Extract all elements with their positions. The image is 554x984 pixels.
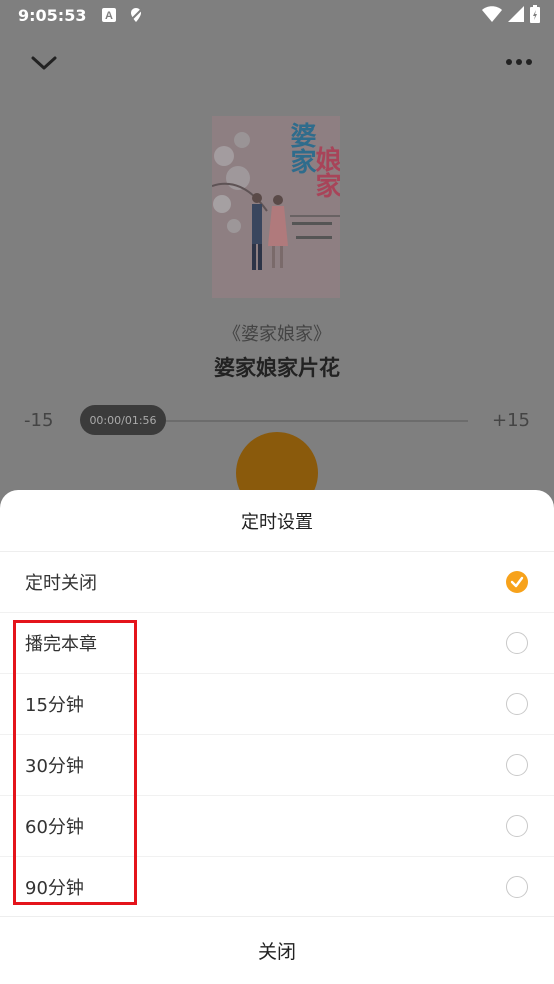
- timer-option-end-of-chapter[interactable]: 播完本章: [0, 613, 554, 674]
- option-label: 90分钟: [25, 878, 84, 899]
- book-cover: 婆家 娘家: [212, 116, 340, 298]
- a-notification-icon: A: [102, 8, 117, 22]
- seek-back-button[interactable]: -15: [24, 410, 53, 431]
- timer-option-90min[interactable]: 90分钟: [0, 857, 554, 918]
- seek-forward-button[interactable]: +15: [492, 410, 530, 431]
- option-label: 60分钟: [25, 817, 84, 838]
- wifi-icon: [482, 6, 502, 26]
- close-sheet-button[interactable]: 关闭: [0, 917, 554, 984]
- timer-settings-sheet: 定时设置 定时关闭 播完本章 15分钟 30分钟 60分钟 90分钟 关闭: [0, 490, 554, 984]
- timer-option-off[interactable]: 定时关闭: [0, 552, 554, 613]
- radio-unchecked-icon[interactable]: [506, 754, 528, 776]
- timer-option-15min[interactable]: 15分钟: [0, 674, 554, 735]
- option-label: 30分钟: [25, 756, 84, 777]
- option-label: 15分钟: [25, 695, 84, 716]
- timer-option-60min[interactable]: 60分钟: [0, 796, 554, 857]
- collapse-player-button[interactable]: [28, 50, 60, 74]
- progress-thumb[interactable]: 00:00/01:56: [80, 405, 166, 435]
- radio-checked-icon[interactable]: [506, 571, 528, 593]
- option-label: 定时关闭: [25, 573, 97, 594]
- timer-option-30min[interactable]: 30分钟: [0, 735, 554, 796]
- radio-unchecked-icon[interactable]: [506, 693, 528, 715]
- chapter-title: 婆家娘家片花: [214, 356, 340, 380]
- more-dots-icon: [506, 59, 532, 65]
- cover-illustration: [212, 116, 340, 298]
- option-label: 播完本章: [25, 634, 97, 655]
- battery-icon: [530, 5, 540, 27]
- status-time: 9:05:53: [18, 5, 87, 25]
- no-location-icon: [128, 7, 144, 23]
- radio-unchecked-icon[interactable]: [506, 632, 528, 654]
- svg-text:A: A: [105, 10, 113, 22]
- signal-icon: [508, 6, 524, 26]
- audio-player: 婆家 娘家 《婆家娘家》 婆家娘家片花 -15 00:00/01:56 +15: [0, 30, 554, 490]
- sheet-title: 定时设置: [0, 490, 554, 552]
- cover-title-b: 娘家: [311, 146, 340, 198]
- radio-unchecked-icon[interactable]: [506, 815, 528, 837]
- chevron-down-icon: [31, 56, 57, 70]
- status-bar: 9:05:53 A: [0, 0, 554, 30]
- radio-unchecked-icon[interactable]: [506, 876, 528, 898]
- more-options-button[interactable]: [504, 50, 534, 74]
- book-title: 《婆家娘家》: [223, 324, 331, 345]
- check-icon: [510, 576, 524, 588]
